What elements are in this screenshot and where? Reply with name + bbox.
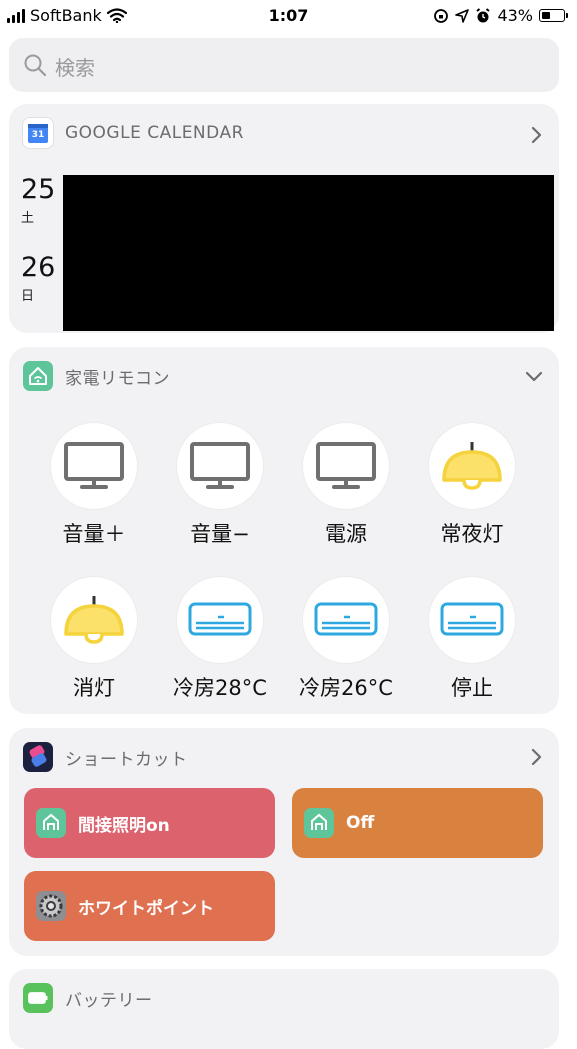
calendar-day: 26 日 [21,252,56,305]
remote-button-stop[interactable]: 停止 [409,577,535,702]
google-calendar-icon: 31 [23,118,53,148]
search-field[interactable]: 検索 [9,38,559,92]
remote-button-label: 常夜灯 [440,522,504,546]
search-placeholder: 検索 [55,56,95,80]
widget-title: GOOGLE CALENDAR [65,123,244,143]
calendar-date: 25 [21,174,56,205]
calendar-weekday: 土 [21,211,35,226]
chevron-right-icon[interactable] [531,126,543,144]
remote-button-cool-26[interactable]: 冷房26°C [283,577,409,702]
widget-title: バッテリー [65,990,153,1011]
search-icon [24,54,47,77]
remote-button-light-off[interactable]: 消灯 [31,577,157,702]
battery-level-fill [541,11,551,19]
ceiling-lamp-icon [51,577,137,663]
shortcut-button-off[interactable]: Off [292,788,543,858]
remote-button-volume-up[interactable]: 音量＋ [31,423,157,548]
location-arrow-icon [455,8,470,23]
remote-button-label: 停止 [451,676,493,700]
settings-gear-icon [36,891,66,921]
alarm-icon [476,7,491,22]
remote-button-cool-28[interactable]: 冷房28°C [157,577,283,702]
remote-button-label: 音量− [190,522,250,546]
screen-rotation-lock-icon [434,8,449,23]
air-conditioner-icon [303,577,389,663]
chevron-right-icon[interactable] [531,748,543,766]
calendar-day: 25 土 [21,174,56,227]
shortcut-button-white-point[interactable]: ホワイトポイント [24,871,275,941]
home-app-icon [304,808,334,838]
shortcuts-icon [23,742,53,772]
redacted-events-block [63,175,554,331]
shortcut-label: Off [346,813,375,833]
air-conditioner-icon [429,577,515,663]
air-conditioner-icon [177,577,263,663]
shortcut-button-indirect-light-on[interactable]: 間接照明on [24,788,275,858]
ceiling-lamp-icon [429,423,515,509]
widget-title: ショートカット [65,749,188,770]
home-app-icon [36,808,66,838]
chevron-down-icon[interactable] [525,371,543,383]
home-remote-widget: 家電リモコン 音量＋ 音量− 電源 常夜灯 消灯 冷房28°C 冷房26°C 停… [9,347,559,714]
remote-button-label: 音量＋ [62,522,126,546]
tv-icon [51,423,137,509]
battery-icon [23,983,53,1013]
battery-indicator-icon [539,9,568,22]
tv-icon [303,423,389,509]
remote-button-label: 冷房26°C [299,676,393,700]
remote-button-label: 消灯 [73,676,115,700]
remote-button-volume-down[interactable]: 音量− [157,423,283,548]
widget-title: 家電リモコン [65,368,170,389]
tv-icon [177,423,263,509]
calendar-icon-day: 31 [31,130,45,140]
status-bar: SoftBank 1:07 43% [0,0,577,32]
calendar-date: 26 [21,252,56,283]
shortcut-label: ホワイトポイント [78,898,214,919]
google-calendar-widget[interactable]: 31 GOOGLE CALENDAR 25 土 26 日 [9,104,559,333]
remote-button-label: 電源 [325,522,367,546]
shortcuts-widget: ショートカット 間接照明on Off ホワイトポイント [9,728,559,956]
calendar-weekday: 日 [21,289,35,304]
remote-button-label: 冷房28°C [173,676,267,700]
home-remote-icon [23,361,53,391]
remote-button-power[interactable]: 電源 [283,423,409,548]
battery-percent: 43% [497,6,533,25]
remote-button-night-light[interactable]: 常夜灯 [409,423,535,548]
shortcut-label: 間接照明on [78,815,170,836]
battery-widget: バッテリー [9,969,559,1049]
